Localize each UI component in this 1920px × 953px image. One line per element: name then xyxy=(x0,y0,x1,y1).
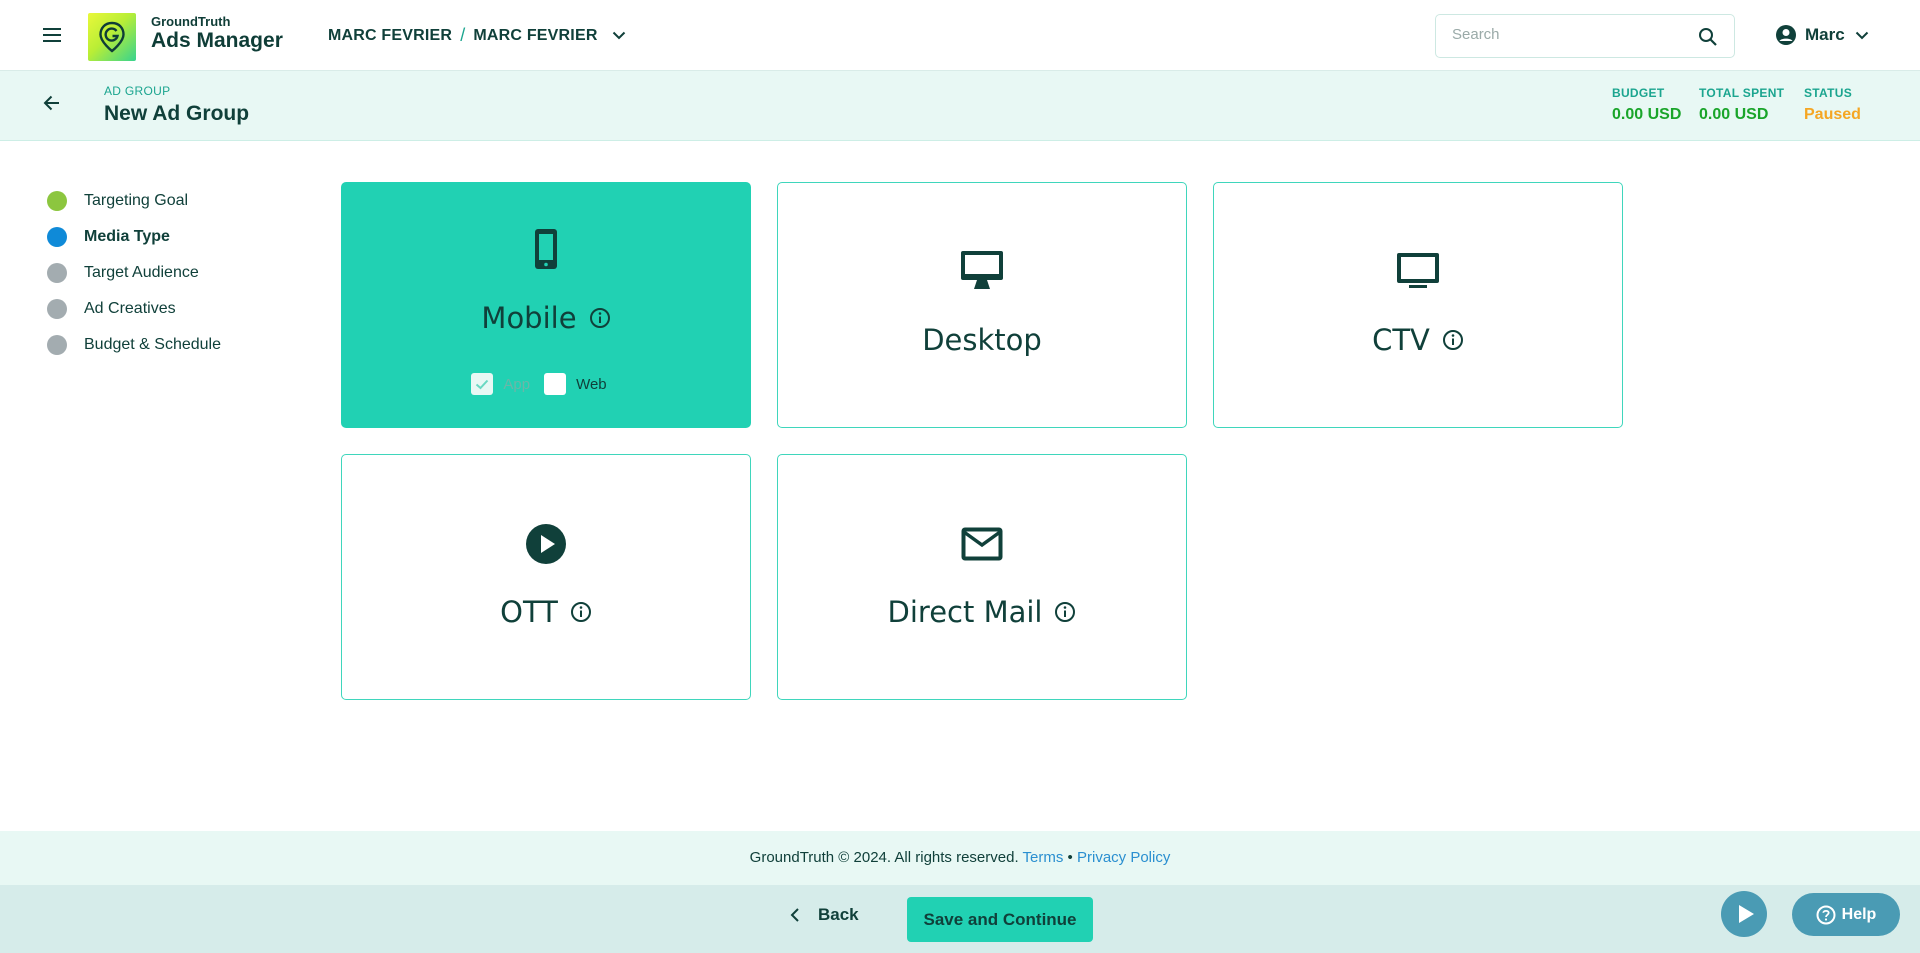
app-checkbox[interactable] xyxy=(471,373,494,395)
total-spent-label: TOTAL SPENT xyxy=(1699,86,1785,100)
step-label: Ad Creatives xyxy=(84,300,176,317)
account-parent: MARC FEVRIER xyxy=(328,26,453,44)
save-and-continue-button[interactable]: Save and Continue xyxy=(907,897,1093,942)
step-ad-creatives[interactable]: Ad Creatives xyxy=(47,291,221,327)
media-card-title: Mobile xyxy=(342,301,750,335)
back-button[interactable]: Back xyxy=(790,905,859,925)
step-pending-dot xyxy=(47,335,67,355)
account-circle-icon xyxy=(1776,25,1796,45)
media-card-ott[interactable]: OTT xyxy=(341,454,751,700)
info-icon[interactable] xyxy=(1054,601,1076,623)
web-checkbox[interactable] xyxy=(544,373,567,395)
search-input[interactable] xyxy=(1452,26,1692,43)
privacy-policy-link[interactable]: Privacy Policy xyxy=(1077,849,1170,866)
step-label: Budget & Schedule xyxy=(84,336,221,353)
step-label: Media Type xyxy=(84,228,170,245)
status-stat: STATUS Paused xyxy=(1804,86,1861,124)
desktop-monitor-icon xyxy=(961,251,1003,289)
media-card-mobile[interactable]: Mobile App Web xyxy=(341,182,751,428)
app-label: App xyxy=(503,375,531,393)
menu-icon[interactable] xyxy=(40,24,64,46)
account-current: MARC FEVRIER xyxy=(473,26,598,44)
product-name: Ads Manager xyxy=(151,29,283,52)
status-badge: Paused xyxy=(1804,106,1861,123)
groundtruth-logo[interactable] xyxy=(88,13,136,61)
step-budget-schedule[interactable]: Budget & Schedule xyxy=(47,327,221,363)
step-targeting-goal[interactable]: Targeting Goal xyxy=(47,183,221,219)
direct-mail-title: Direct Mail xyxy=(887,595,1043,629)
user-name: Marc xyxy=(1805,25,1845,44)
web-label: Web xyxy=(576,375,607,393)
ad-group-label: AD GROUP xyxy=(104,84,171,98)
tv-icon xyxy=(1397,253,1439,288)
step-pending-dot xyxy=(47,263,67,283)
help-circle-icon xyxy=(1816,905,1836,924)
chevron-left-icon xyxy=(790,908,799,922)
media-card-direct-mail[interactable]: Direct Mail xyxy=(777,454,1187,700)
wizard-steps: Targeting Goal Media Type Target Audienc… xyxy=(47,183,221,363)
step-label: Target Audience xyxy=(84,264,199,281)
search-box xyxy=(1435,14,1735,58)
checkmark-icon xyxy=(476,379,489,390)
user-menu[interactable]: Marc xyxy=(1775,24,1869,46)
smartphone-icon xyxy=(535,229,557,269)
footer-bullet: • xyxy=(1067,849,1073,866)
help-button[interactable]: Help xyxy=(1792,893,1900,936)
play-circle-icon xyxy=(526,524,566,564)
desktop-title: Desktop xyxy=(922,323,1042,357)
ctv-title: CTV xyxy=(1372,323,1430,357)
copyright-text: GroundTruth © 2024. All rights reserved. xyxy=(749,849,1019,866)
logo-pin-icon xyxy=(99,21,125,53)
step-target-audience[interactable]: Target Audience xyxy=(47,255,221,291)
status-label: STATUS xyxy=(1804,86,1853,100)
back-arrow-icon[interactable] xyxy=(42,93,62,113)
media-card-ctv[interactable]: CTV xyxy=(1213,182,1623,428)
chevron-down-icon xyxy=(1855,31,1868,39)
search-icon[interactable] xyxy=(1698,27,1718,47)
media-card-title: Desktop xyxy=(778,323,1186,357)
info-icon[interactable] xyxy=(1442,329,1464,351)
media-card-title: CTV xyxy=(1214,323,1622,357)
chevron-down-icon xyxy=(612,31,625,40)
media-card-title: Direct Mail xyxy=(778,595,1186,629)
terms-link[interactable]: Terms xyxy=(1023,849,1064,866)
step-label: Targeting Goal xyxy=(84,192,189,209)
info-icon[interactable] xyxy=(570,601,592,623)
mobile-options: App Web xyxy=(342,373,750,395)
step-complete-dot xyxy=(47,191,67,211)
top-bar: GroundTruth Ads Manager MARC FEVRIER / M… xyxy=(0,0,1920,71)
mobile-title: Mobile xyxy=(481,301,577,335)
budget-label: BUDGET xyxy=(1612,86,1665,100)
action-bar: Back Save and Continue xyxy=(0,885,1920,953)
step-pending-dot xyxy=(47,299,67,319)
step-current-dot xyxy=(47,227,67,247)
play-icon xyxy=(1739,905,1754,923)
account-switcher[interactable]: MARC FEVRIER / MARC FEVRIER xyxy=(328,25,626,46)
ad-group-header: AD GROUP New Ad Group BUDGET 0.00 USD TO… xyxy=(0,71,1920,141)
help-label: Help xyxy=(1841,905,1877,923)
media-card-desktop[interactable]: Desktop xyxy=(777,182,1187,428)
envelope-icon xyxy=(961,527,1003,561)
brand-name: GroundTruth xyxy=(151,14,231,29)
footer: GroundTruth © 2024. All rights reserved.… xyxy=(0,831,1920,885)
ott-title: OTT xyxy=(500,595,558,629)
video-tour-button[interactable] xyxy=(1721,891,1767,937)
step-media-type[interactable]: Media Type xyxy=(47,219,221,255)
back-button-label: Back xyxy=(818,905,859,924)
total-spent-stat: TOTAL SPENT 0.00 USD xyxy=(1699,86,1784,124)
page-title: New Ad Group xyxy=(104,102,250,125)
media-card-title: OTT xyxy=(342,595,750,629)
info-icon[interactable] xyxy=(589,307,611,329)
total-spent-value: 0.00 USD xyxy=(1699,106,1769,123)
budget-stat: BUDGET 0.00 USD xyxy=(1612,86,1681,124)
account-separator: / xyxy=(460,25,466,45)
budget-value: 0.00 USD xyxy=(1612,106,1682,123)
